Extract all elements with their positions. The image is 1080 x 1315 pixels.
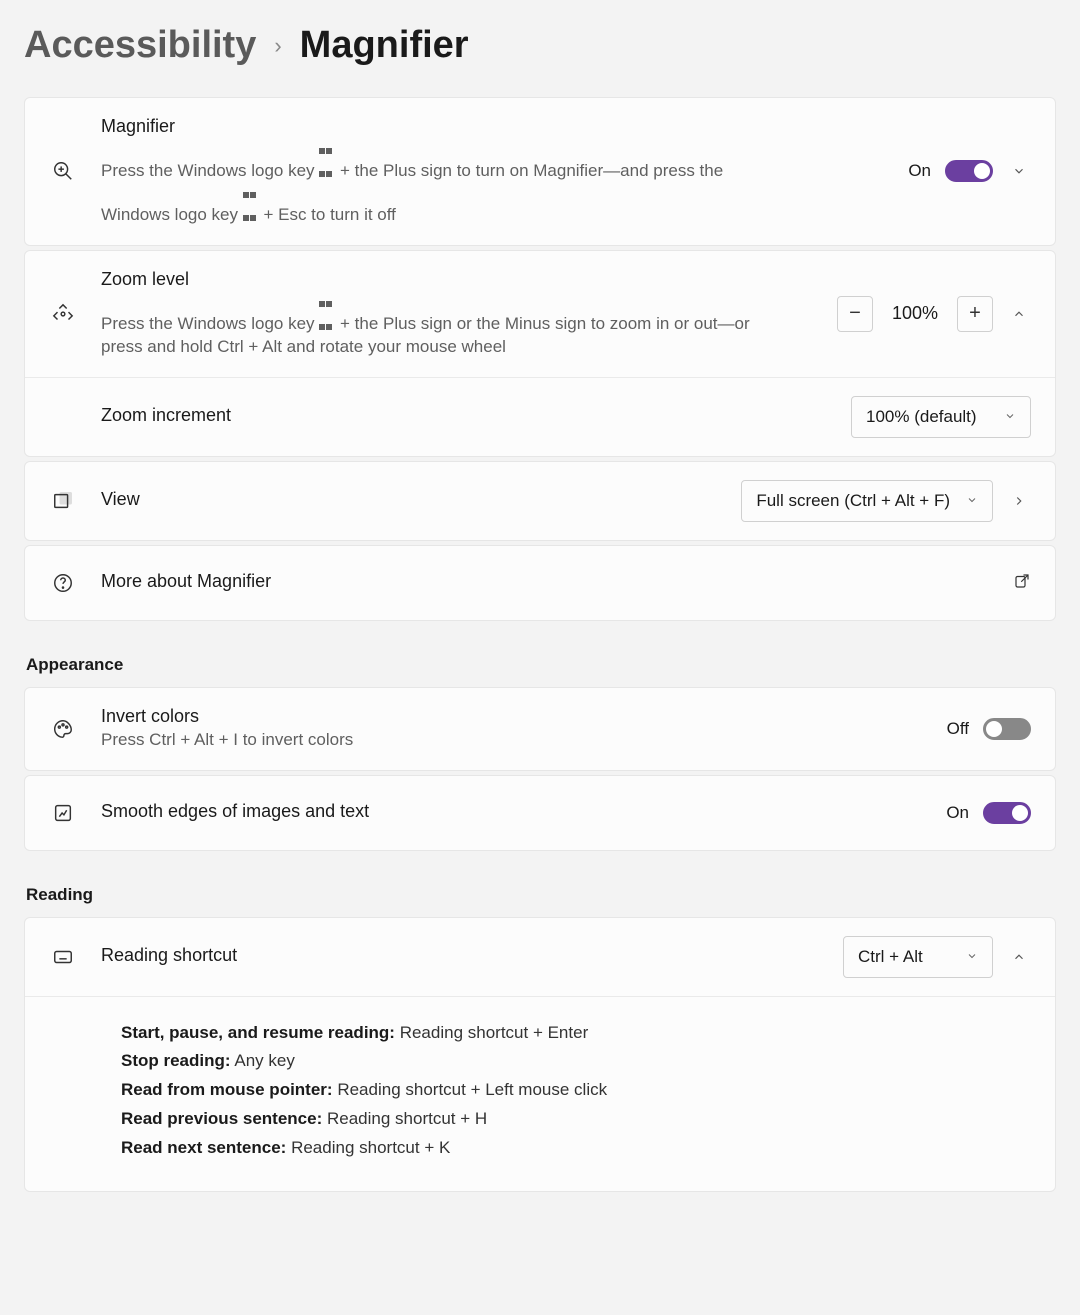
breadcrumb: Accessibility › Magnifier — [24, 24, 1056, 67]
zoom-level-desc: Press the Windows logo key + the Plus si… — [101, 292, 781, 359]
smooth-state: On — [946, 803, 969, 823]
magnifier-toggle[interactable] — [945, 160, 993, 182]
zoom-level-icon — [49, 303, 77, 325]
shortcut-start-label: Start, pause, and resume reading: — [121, 1023, 395, 1042]
magnifier-card: Magnifier Press the Windows logo key + t… — [24, 97, 1056, 246]
more-row[interactable]: More about Magnifier — [25, 546, 1055, 620]
palette-icon — [49, 718, 77, 740]
zoom-level-row: Zoom level Press the Windows logo key + … — [25, 251, 1055, 377]
zoom-card: Zoom level Press the Windows logo key + … — [24, 250, 1056, 457]
shortcut-prev-label: Read previous sentence: — [121, 1109, 322, 1128]
keyboard-icon — [49, 946, 77, 968]
invert-row: Invert colors Press Ctrl + Alt + I to in… — [25, 688, 1055, 770]
collapse-chevron[interactable] — [1007, 945, 1031, 969]
shortcut-start-value: Reading shortcut + Enter — [400, 1023, 589, 1042]
chevron-down-icon — [1004, 407, 1016, 427]
shortcut-next-value: Reading shortcut + K — [291, 1138, 450, 1157]
reading-card: Reading shortcut Ctrl + Alt Start, pause… — [24, 917, 1056, 1192]
invert-state: Off — [947, 719, 969, 739]
zoom-decrease-button[interactable]: − — [837, 296, 873, 332]
zoom-level-title: Zoom level — [101, 269, 813, 290]
more-card: More about Magnifier — [24, 545, 1056, 621]
chevron-down-icon — [966, 947, 978, 967]
magnifier-state: On — [908, 161, 931, 181]
shortcut-stop-value: Any key — [234, 1051, 294, 1070]
view-icon — [49, 490, 77, 512]
reading-shortcut-value: Ctrl + Alt — [858, 947, 923, 967]
more-title: More about Magnifier — [101, 571, 989, 592]
reading-section-title: Reading — [26, 885, 1056, 905]
windows-key-icon — [319, 292, 335, 308]
shortcut-mouse-value: Reading shortcut + Left mouse click — [337, 1080, 607, 1099]
smooth-icon — [49, 802, 77, 824]
view-value: Full screen (Ctrl + Alt + F) — [756, 491, 950, 511]
windows-key-icon — [243, 183, 259, 199]
breadcrumb-parent[interactable]: Accessibility — [24, 24, 256, 67]
reading-shortcut-row: Reading shortcut Ctrl + Alt — [25, 918, 1055, 996]
external-link-icon — [1013, 572, 1031, 594]
invert-toggle[interactable] — [983, 718, 1031, 740]
expand-chevron[interactable] — [1007, 489, 1031, 513]
smooth-row: Smooth edges of images and text On — [25, 776, 1055, 850]
invert-card: Invert colors Press Ctrl + Alt + I to in… — [24, 687, 1056, 771]
smooth-card: Smooth edges of images and text On — [24, 775, 1056, 851]
expand-chevron[interactable] — [1007, 159, 1031, 183]
shortcut-mouse-label: Read from mouse pointer: — [121, 1080, 333, 1099]
appearance-section-title: Appearance — [26, 655, 1056, 675]
reading-shortcut-title: Reading shortcut — [101, 945, 819, 966]
shortcut-stop-label: Stop reading: — [121, 1051, 231, 1070]
magnifier-title: Magnifier — [101, 116, 884, 137]
view-title: View — [101, 489, 717, 510]
shortcut-next-label: Read next sentence: — [121, 1138, 286, 1157]
collapse-chevron[interactable] — [1007, 302, 1031, 326]
zoom-increase-button[interactable]: + — [957, 296, 993, 332]
zoom-stepper: − 100% + — [837, 296, 993, 332]
invert-desc: Press Ctrl + Alt + I to invert colors — [101, 729, 781, 752]
zoom-increment-row: Zoom increment 100% (default) — [25, 377, 1055, 456]
invert-title: Invert colors — [101, 706, 923, 727]
zoom-increment-dropdown[interactable]: 100% (default) — [851, 396, 1031, 438]
chevron-down-icon — [966, 491, 978, 511]
view-dropdown[interactable]: Full screen (Ctrl + Alt + F) — [741, 480, 993, 522]
reading-shortcut-dropdown[interactable]: Ctrl + Alt — [843, 936, 993, 978]
magnifier-icon — [49, 160, 77, 182]
shortcut-list: Start, pause, and resume reading: Readin… — [25, 996, 1055, 1191]
view-card: View Full screen (Ctrl + Alt + F) — [24, 461, 1056, 541]
page-title: Magnifier — [300, 24, 469, 67]
chevron-right-icon: › — [274, 33, 281, 59]
help-icon — [49, 572, 77, 594]
smooth-toggle[interactable] — [983, 802, 1031, 824]
smooth-title: Smooth edges of images and text — [101, 801, 922, 822]
zoom-value: 100% — [885, 303, 945, 324]
magnifier-desc: Press the Windows logo key + the Plus si… — [101, 139, 781, 227]
shortcut-prev-value: Reading shortcut + H — [327, 1109, 487, 1128]
zoom-increment-title: Zoom increment — [101, 405, 827, 426]
magnifier-row[interactable]: Magnifier Press the Windows logo key + t… — [25, 98, 1055, 245]
view-row[interactable]: View Full screen (Ctrl + Alt + F) — [25, 462, 1055, 540]
zoom-increment-value: 100% (default) — [866, 407, 977, 427]
windows-key-icon — [319, 139, 335, 155]
